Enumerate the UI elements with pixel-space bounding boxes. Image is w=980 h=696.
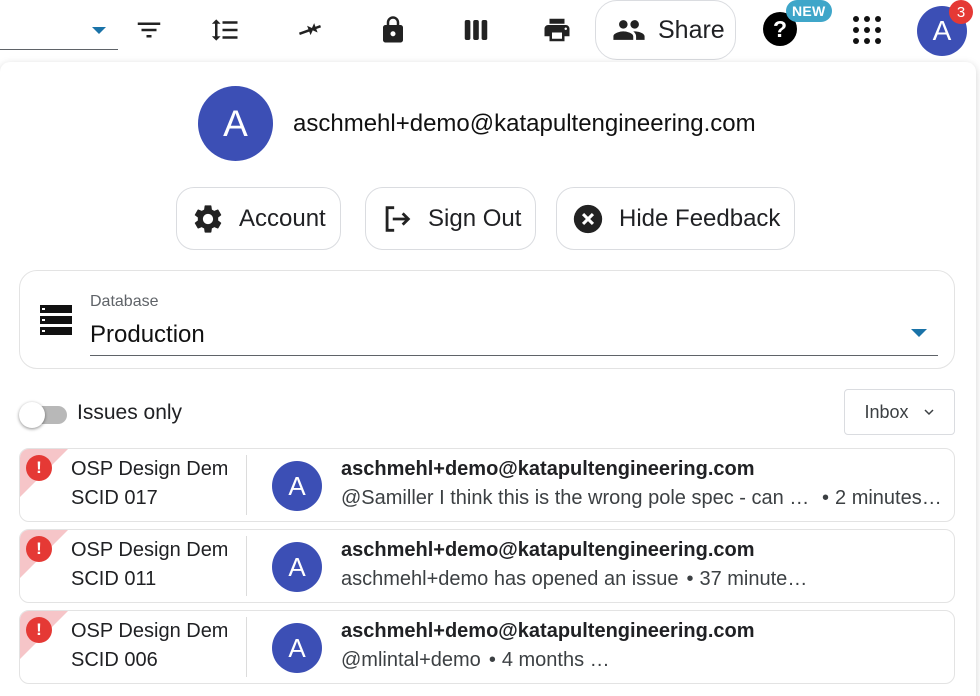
- avatar: A: [198, 86, 273, 161]
- issue-message: aschmehl+demo has opened an issue: [341, 568, 679, 590]
- sign-out-button[interactable]: Sign Out: [365, 187, 537, 250]
- list-item[interactable]: ! OSP Design Demo SCID 011 A aschmehl+de…: [19, 529, 955, 603]
- inbox-select[interactable]: Inbox: [844, 389, 955, 435]
- issue-time: 4 months ago: [481, 649, 611, 672]
- user-header: A aschmehl+demo@katapultengineering.com: [198, 86, 756, 161]
- chevron-down-icon: [92, 27, 106, 34]
- database-underline: [90, 355, 938, 356]
- notification-count-badge: 3: [949, 0, 973, 24]
- issue-author: aschmehl+demo@katapultengineering.com: [341, 539, 755, 561]
- issue-title: OSP Design Demo: [71, 539, 227, 561]
- line-spacing-icon[interactable]: [203, 8, 247, 52]
- issue-title: OSP Design Demo: [71, 620, 227, 642]
- account-button-label: Account: [239, 204, 326, 232]
- account-button[interactable]: Account: [176, 187, 341, 250]
- issue-scid: SCID 011: [71, 568, 157, 590]
- issue-message: @mlintal+demo: [341, 649, 481, 671]
- storage-icon: [40, 305, 72, 335]
- apps-grid-icon[interactable]: [853, 16, 881, 44]
- people-icon: [613, 20, 645, 40]
- avatar: A: [272, 542, 322, 592]
- issues-only-toggle[interactable]: [19, 402, 67, 428]
- database-value: Production: [90, 321, 205, 348]
- hide-feedback-label: Hide Feedback: [619, 204, 781, 232]
- user-email: aschmehl+demo@katapultengineering.com: [293, 109, 756, 137]
- new-badge: NEW: [786, 0, 832, 22]
- filter-icon[interactable]: [127, 8, 171, 52]
- share-button[interactable]: Share: [595, 0, 736, 60]
- issues-only-label: Issues only: [77, 401, 183, 424]
- chevron-down-icon: [911, 329, 927, 337]
- issue-scid: SCID 006: [71, 649, 158, 671]
- share-label: Share: [658, 15, 725, 44]
- issue-time: 37 minutes ago: [678, 568, 808, 591]
- lock-icon[interactable]: [371, 8, 415, 52]
- issue-title: OSP Design Demo: [71, 458, 227, 480]
- top-toolbar: Share ? NEW A 3: [0, 0, 980, 62]
- issue-message: @Samiller I think this is the wrong pole…: [341, 487, 814, 509]
- issue-scid: SCID 017: [71, 487, 158, 509]
- database-select[interactable]: Database Production: [19, 270, 955, 369]
- avatar: A: [272, 461, 322, 511]
- alert-icon: !: [26, 536, 52, 562]
- close-circle-icon: [573, 204, 603, 233]
- collapse-icon[interactable]: [288, 8, 332, 52]
- database-label: Database: [90, 293, 159, 310]
- alert-icon: !: [26, 455, 52, 481]
- issue-author: aschmehl+demo@katapultengineering.com: [341, 620, 755, 642]
- chevron-down-icon: [923, 409, 934, 416]
- columns-icon[interactable]: [454, 8, 498, 52]
- issue-time: 2 minutes ago: [814, 487, 944, 510]
- inbox-select-label: Inbox: [864, 401, 909, 422]
- hide-feedback-button[interactable]: Hide Feedback: [556, 187, 796, 250]
- account-panel: A aschmehl+demo@katapultengineering.com …: [0, 62, 976, 696]
- avatar: A: [272, 623, 322, 673]
- list-item[interactable]: ! OSP Design Demo SCID 017 A aschmehl+de…: [19, 448, 955, 522]
- issue-author: aschmehl+demo@katapultengineering.com: [341, 458, 755, 480]
- logout-icon: [385, 205, 411, 232]
- list-item[interactable]: ! OSP Design Demo SCID 006 A aschmehl+de…: [19, 610, 955, 684]
- sign-out-label: Sign Out: [428, 204, 522, 232]
- layer-select[interactable]: [0, 10, 118, 50]
- print-icon[interactable]: [535, 8, 579, 52]
- gear-icon: [194, 204, 222, 233]
- alert-icon: !: [26, 617, 52, 643]
